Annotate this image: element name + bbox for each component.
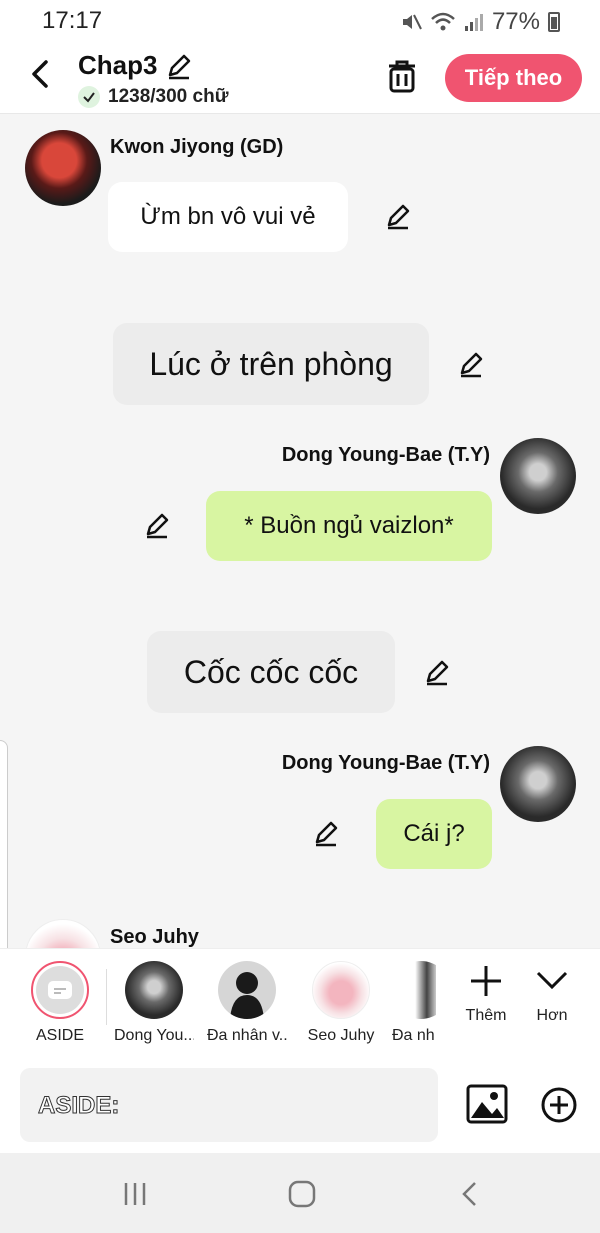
editor-header: Chap3 1238/300 chữ Tiếp theo [0, 42, 600, 114]
mute-icon [402, 14, 422, 30]
character-label: Đa nh [392, 1027, 435, 1044]
character-label: Dong You... [114, 1027, 194, 1044]
avatar-dong-young-bae[interactable] [500, 438, 576, 514]
character-da-nhan-vat[interactable]: Đa nhân v... [207, 961, 287, 1045]
chat-area[interactable]: Kwon Jiyong (GD) Ừm bn vô vui vẻ Lúc ở t… [0, 114, 600, 948]
add-circle-icon[interactable] [540, 1086, 578, 1124]
character-seo-juhy[interactable]: Seo Juhy [301, 961, 381, 1045]
plus-icon [471, 966, 501, 996]
signal-icon [464, 14, 483, 31]
back-icon[interactable] [455, 1179, 485, 1209]
chapter-title-text: Chap3 [78, 50, 158, 80]
input-placeholder: ASIDE: [37, 1092, 120, 1120]
sender-name: Kwon Jiyong (GD) [110, 136, 284, 158]
edit-message-icon[interactable] [143, 511, 171, 539]
message-bubble[interactable]: * Buồn ngủ vaizlon* [206, 491, 492, 561]
aside-icon [48, 981, 72, 999]
character-label: Đa nhân v... [207, 1027, 287, 1044]
recent-apps-icon[interactable] [120, 1179, 150, 1209]
status-bar: 17:17 77% [0, 0, 600, 42]
system-nav-bar [0, 1153, 600, 1233]
image-icon[interactable] [466, 1084, 508, 1124]
character-aside[interactable]: ASIDE [20, 961, 100, 1045]
word-count-text: 1238/300 chữ [108, 86, 229, 107]
back-arrow-icon[interactable] [22, 54, 58, 94]
input-bar: ASIDE: [0, 1058, 600, 1153]
message-bubble[interactable]: Ừm bn vô vui vẻ [108, 182, 348, 252]
add-label: Thêm [465, 1007, 507, 1024]
sender-name: Dong Young-Bae (T.Y) [281, 444, 490, 466]
trash-icon[interactable] [385, 58, 419, 94]
sender-name: Seo Juhy [110, 926, 199, 948]
add-character-button[interactable]: Thêm [456, 963, 516, 1025]
wifi-icon [431, 12, 455, 31]
edit-message-icon[interactable] [312, 819, 340, 847]
chapter-title[interactable]: Chap3 [78, 50, 193, 81]
narration-bubble[interactable]: Lúc ở trên phòng [113, 323, 429, 405]
edit-pencil-icon[interactable] [165, 52, 193, 80]
scroll-handle[interactable] [0, 740, 8, 970]
word-count: 1238/300 chữ [78, 86, 228, 108]
status-time: 17:17 [42, 7, 103, 34]
avatar-dong-young-bae[interactable] [500, 746, 576, 822]
more-button[interactable]: Hơn [522, 963, 582, 1025]
avatar-kwon-jiyong[interactable] [25, 130, 101, 206]
battery-icon [548, 12, 560, 32]
home-icon[interactable] [287, 1179, 317, 1209]
battery-percent: 77% [491, 8, 540, 35]
character-label: Seo Juhy [307, 1027, 375, 1044]
edit-message-icon[interactable] [457, 350, 485, 378]
divider [106, 969, 107, 1025]
next-button[interactable]: Tiếp theo [445, 54, 582, 102]
narration-bubble[interactable]: Cốc cốc cốc [147, 631, 395, 713]
character-label: ASIDE [35, 1027, 84, 1044]
edit-message-icon[interactable] [384, 202, 412, 230]
check-icon [78, 86, 100, 108]
chevron-down-icon [536, 971, 568, 990]
character-da-nhan-vat-2[interactable]: Đa nh [392, 961, 436, 1045]
character-selector: ASIDE Dong You... Đa nhân v... Seo Juhy … [0, 948, 600, 1058]
message-bubble[interactable]: Cái j? [376, 799, 492, 869]
edit-message-icon[interactable] [423, 658, 451, 686]
more-label: Hơn [536, 1007, 568, 1024]
avatar-seo-juhy[interactable] [25, 919, 101, 948]
character-dong-young-bae[interactable]: Dong You... [114, 961, 194, 1045]
sender-name: Dong Young-Bae (T.Y) [281, 752, 490, 774]
